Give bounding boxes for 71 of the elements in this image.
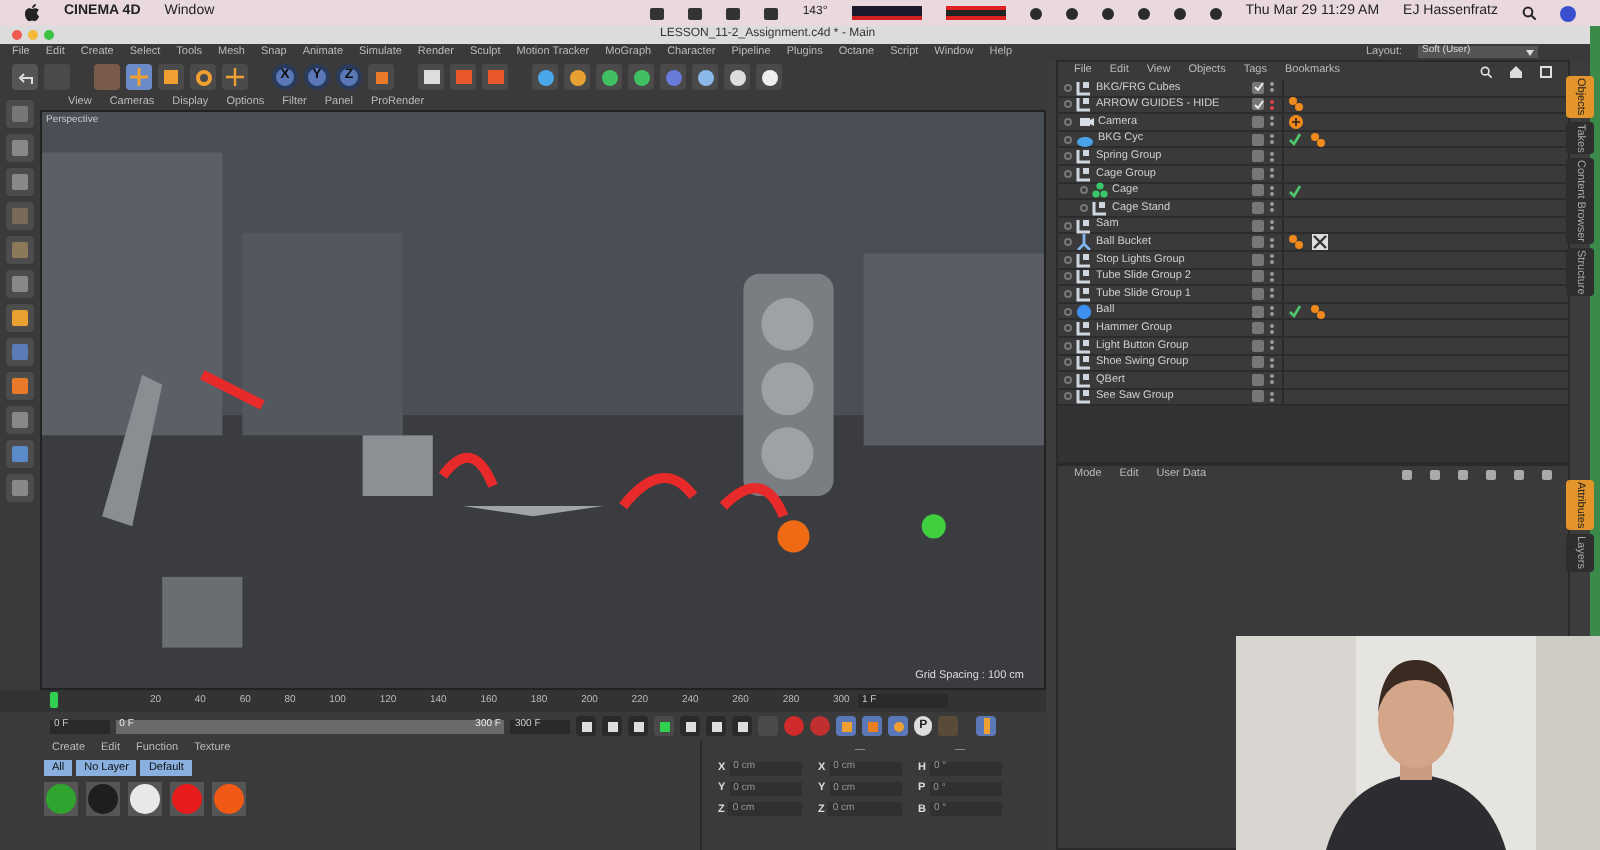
layer-checkbox[interactable] — [1252, 115, 1264, 128]
scale-icon[interactable] — [158, 64, 184, 90]
mode-tool-icon[interactable] — [6, 372, 34, 400]
status-icon[interactable] — [688, 7, 703, 19]
check-icon[interactable] — [1288, 132, 1302, 147]
coordinate-system-icon[interactable] — [368, 64, 394, 90]
status-icon[interactable] — [764, 7, 779, 19]
protection-tag-icon[interactable] — [1312, 234, 1328, 251]
mode-tool-icon[interactable] — [6, 338, 34, 366]
move-key-icon[interactable] — [836, 716, 857, 736]
layer-checkbox[interactable] — [1252, 253, 1264, 266]
layer-checkbox[interactable] — [1252, 270, 1264, 283]
apple-icon[interactable] — [24, 4, 40, 22]
tray-icon[interactable] — [1101, 7, 1114, 19]
layer-checkbox[interactable] — [1252, 98, 1264, 111]
mode-tool-icon[interactable] — [6, 236, 34, 264]
layer-checkbox[interactable] — [1252, 322, 1264, 335]
cpu-graph-icon[interactable] — [851, 6, 922, 20]
mode-tool-icon[interactable] — [6, 134, 34, 162]
tray-icon[interactable] — [1173, 7, 1186, 19]
scale-key-icon[interactable] — [862, 716, 883, 736]
network-graph-icon[interactable] — [945, 6, 1006, 20]
sphere-icon — [1076, 303, 1092, 320]
playhead[interactable] — [50, 692, 58, 708]
layer-checkbox[interactable] — [1252, 167, 1264, 180]
mode-tool-icon[interactable] — [6, 304, 34, 332]
tray-icon[interactable] — [1137, 7, 1150, 19]
siri-icon[interactable] — [1560, 5, 1576, 21]
layer-checkbox[interactable] — [1252, 390, 1264, 403]
check-icon[interactable] — [1288, 183, 1302, 198]
layer-checkbox[interactable] — [1252, 150, 1264, 163]
phong-tag-icon[interactable] — [1288, 234, 1304, 251]
mode-tool-icon[interactable] — [6, 440, 34, 468]
layer-checkbox[interactable] — [1252, 81, 1264, 94]
expand-icon[interactable] — [1064, 169, 1072, 178]
mode-tool-icon[interactable] — [6, 406, 34, 434]
layer-checkbox[interactable] — [1252, 133, 1264, 146]
timeline-icon[interactable] — [976, 716, 996, 736]
tray-icon[interactable] — [1209, 7, 1222, 19]
record-key-icon[interactable] — [784, 716, 805, 736]
caret-icon — [1526, 49, 1534, 55]
layer-checkbox[interactable] — [1252, 184, 1264, 197]
status-icon[interactable] — [650, 7, 665, 19]
mode-tool-icon[interactable] — [6, 474, 34, 502]
layer-checkbox[interactable] — [1252, 236, 1264, 249]
layer-checkbox[interactable] — [1252, 305, 1264, 318]
mode-tool-icon[interactable] — [6, 168, 34, 196]
add-icon[interactable] — [222, 64, 248, 90]
phong-tag-icon[interactable] — [1310, 131, 1326, 148]
close-button[interactable] — [12, 30, 22, 40]
layer-checkbox[interactable] — [1252, 287, 1264, 300]
layer-checkbox[interactable] — [1252, 373, 1264, 386]
phong-tag-icon[interactable] — [1310, 303, 1326, 320]
tray-icon[interactable] — [1029, 7, 1042, 19]
status-icon[interactable] — [726, 7, 741, 19]
phong-tag-icon[interactable] — [1288, 96, 1304, 113]
joint-icon — [1076, 234, 1092, 251]
frame-range-slider[interactable] — [115, 719, 505, 733]
layer-checkbox[interactable] — [1252, 219, 1264, 232]
layer-checkbox[interactable] — [1252, 339, 1264, 352]
layer-checkbox[interactable] — [1252, 356, 1264, 369]
target-tag-icon[interactable] — [1288, 113, 1304, 130]
layer-checkbox[interactable] — [1252, 201, 1264, 214]
rotate-icon[interactable] — [190, 64, 216, 90]
tray-icon[interactable] — [1065, 7, 1078, 19]
undo-icon[interactable] — [12, 64, 38, 90]
check-icon[interactable] — [1288, 304, 1302, 319]
mode-tool-icon[interactable] — [6, 100, 34, 128]
cloud-icon — [1076, 131, 1094, 148]
mode-tool-icon[interactable] — [6, 270, 34, 298]
rotate-key-icon[interactable] — [888, 716, 909, 736]
